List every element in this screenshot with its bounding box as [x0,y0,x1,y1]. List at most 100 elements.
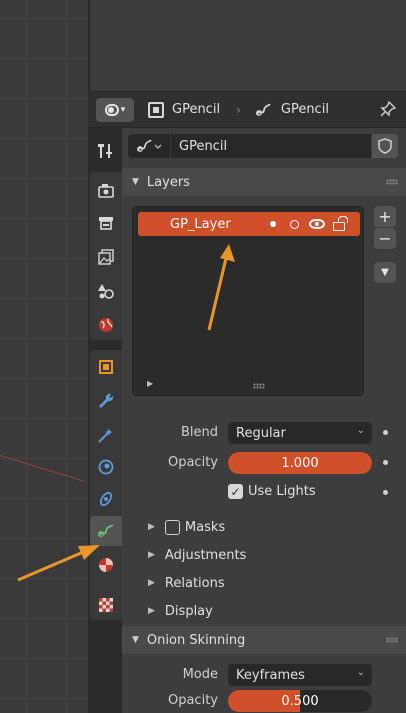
world-icon [99,318,113,332]
expand-triangle-icon: ▶ [148,522,155,532]
gpencil-stroke-icon [98,524,114,537]
drag-grip-icon[interactable] [386,179,398,185]
opacity-slider[interactable]: 1.000 [228,452,372,474]
editor-type-button[interactable]: ▾ [96,97,134,122]
layers-panel-title: Layers [146,174,190,190]
layers-panel-header[interactable]: ▼ Layers [122,168,406,196]
adjustments-subpanel[interactable]: ▶ Adjustments [122,541,406,569]
opacity-value: 1.000 [281,455,319,471]
list-filter-expand-icon[interactable]: ▶ [147,379,153,388]
expand-triangle-icon: ▶ [148,578,155,588]
properties-tab-column [88,128,122,713]
breadcrumb-separator-icon: › [236,102,241,117]
properties-editor-icon [104,103,119,116]
material-tab[interactable] [90,550,122,580]
blend-dropdown[interactable]: Regular ⌄ [228,422,372,444]
world-tab[interactable] [90,310,122,340]
expand-triangle-icon: ▶ [148,550,155,560]
add-layer-button[interactable]: + [374,206,396,227]
display-subpanel[interactable]: ▶ Display [122,597,406,625]
output-tab[interactable] [90,208,122,238]
opacity-label: Opacity [167,455,218,470]
breadcrumb-data: GPencil [255,102,329,118]
onion-skinning-panel-header[interactable]: ▼ Onion Skinning [122,626,406,654]
physics-icon [98,459,114,475]
adjustments-label: Adjustments [164,547,247,563]
onion-skin-icon[interactable] [290,219,299,229]
blend-value: Regular [236,425,286,441]
list-resize-grip-icon[interactable] [253,383,265,389]
chevron-down-icon: ⌄ [356,667,365,678]
material-icon [99,558,113,572]
chevron-down-icon: ▼ [381,266,389,278]
chevron-down-icon: ⌄ [356,425,365,436]
render-icon [98,184,114,198]
texture-tab[interactable] [90,590,122,620]
relations-subpanel[interactable]: ▶ Relations [122,569,406,597]
object-data-tab[interactable] [90,516,122,546]
layer-row-active[interactable]: GP_Layer [138,212,360,236]
onion-mode-label: Mode [182,667,218,682]
object-icon [148,101,164,118]
fake-user-button[interactable] [372,134,398,158]
onion-skinning-title: Onion Skinning [146,632,246,648]
keyframe-dot-icon[interactable] [383,460,388,465]
scene-icon [98,284,114,299]
shader-fx-icon [98,428,113,443]
breadcrumb-object: GPencil [148,101,221,118]
layer-list[interactable]: GP_Layer ▶ [132,206,364,396]
layer-specials-button[interactable]: ▼ [374,262,396,283]
display-label: Display [164,603,213,619]
unlock-icon[interactable] [333,216,348,231]
datablock-name-field[interactable]: GPencil [171,134,371,158]
datablock-browse-button[interactable] [128,134,170,158]
drag-grip-icon[interactable] [386,637,398,643]
tool-icon [98,144,112,158]
onion-opacity-slider[interactable]: 0.500 [228,690,372,712]
wrench-icon [99,393,114,408]
relations-label: Relations [164,575,225,591]
collapse-triangle-icon: ▼ [132,635,139,645]
modifiers-tab[interactable] [90,386,122,416]
3d-viewport[interactable] [0,0,88,713]
remove-layer-button[interactable]: − [374,228,396,249]
collapse-triangle-icon: ▼ [132,177,139,187]
shader-effects-tab[interactable] [90,420,122,450]
chevron-down-icon: ▾ [120,104,126,115]
datablock-selector: GPencil [128,134,398,158]
view-layer-tab[interactable] [90,242,122,272]
masks-checkbox[interactable] [164,519,180,535]
keyframe-dot-icon[interactable] [383,430,388,435]
view-layer-icon [98,249,114,265]
masks-subpanel[interactable]: ▶ Masks [122,513,406,541]
use-lights-checkbox[interactable]: ✓ [228,484,243,499]
object-properties-icon [99,360,113,374]
render-tab[interactable] [90,176,122,206]
gpencil-data-icon [137,139,162,152]
onion-mode-value: Keyframes [236,667,305,683]
breadcrumb-data-name: GPencil [280,102,329,117]
constraints-tab[interactable] [90,484,122,514]
upper-editor-area [88,0,406,92]
pin-icon[interactable] [380,100,397,121]
constraints-icon [99,491,113,507]
object-tab[interactable] [90,352,122,382]
properties-panel: GPencil ▼ Layers GP_Layer ▶ + − ▼ Blend … [122,128,406,713]
texture-icon [99,598,113,612]
physics-tab[interactable] [90,452,122,482]
x-axis-line [0,455,85,482]
blend-label: Blend [180,425,218,440]
use-lights-row[interactable]: ✓ Use Lights [228,484,316,499]
use-lights-label: Use Lights [248,484,316,499]
masks-label: Masks [184,519,226,535]
onion-mode-dropdown[interactable]: Keyframes ⌄ [228,664,372,686]
use-mask-dot-icon[interactable] [270,221,276,227]
eye-icon[interactable] [309,219,325,229]
breadcrumb-object-name: GPencil [172,102,221,117]
tool-tab[interactable] [90,136,122,166]
output-icon [99,217,113,230]
scene-tab[interactable] [90,276,122,306]
keyframe-dot-icon[interactable] [383,490,388,495]
properties-header: ▾ GPencil › GPencil [88,92,406,128]
shield-icon [378,138,392,154]
